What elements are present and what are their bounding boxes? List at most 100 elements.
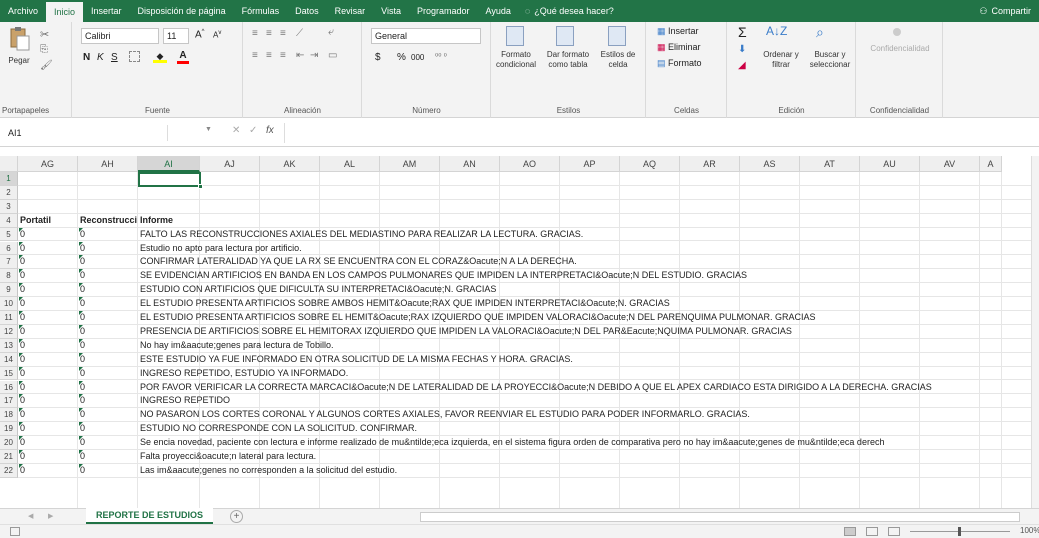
name-box-dropdown-icon[interactable]: ▼ <box>205 126 212 133</box>
error-indicator-icon[interactable] <box>79 269 83 274</box>
row-header[interactable]: 22 <box>0 463 18 478</box>
error-indicator-icon[interactable] <box>79 436 83 441</box>
ribbon-tab-0[interactable]: Archivo <box>0 0 46 22</box>
italic-button[interactable]: K <box>97 52 104 63</box>
align-center-icon[interactable]: ≡ <box>266 50 272 61</box>
ribbon-tab-1[interactable]: Inicio <box>46 2 84 22</box>
error-indicator-icon[interactable] <box>79 297 83 302</box>
cell-ag[interactable]: Portatil <box>20 214 78 228</box>
error-indicator-icon[interactable] <box>19 380 23 385</box>
error-indicator-icon[interactable] <box>19 394 23 399</box>
ribbon-tab-6[interactable]: Revisar <box>327 0 374 22</box>
row-header[interactable]: 4 <box>0 213 18 228</box>
cell-styles-icon[interactable] <box>608 26 626 46</box>
page-layout-icon[interactable] <box>866 527 878 536</box>
row-header[interactable]: 3 <box>0 199 18 214</box>
currency-button[interactable]: $ <box>375 52 381 63</box>
cell-ai[interactable]: FALTO LAS RECONSTRUCCIONES AXIALES DEL M… <box>140 228 583 242</box>
error-indicator-icon[interactable] <box>79 338 83 343</box>
row-header[interactable]: 2 <box>0 185 18 200</box>
error-indicator-icon[interactable] <box>79 283 83 288</box>
conditional-format-icon[interactable] <box>506 26 524 46</box>
row-header[interactable]: 21 <box>0 450 18 464</box>
row-header[interactable]: 17 <box>0 394 18 409</box>
cell-ai[interactable]: NO PASARON LOS CORTES CORONAL Y ALGUNOS … <box>140 408 750 422</box>
ribbon-tab-3[interactable]: Disposición de página <box>130 0 234 22</box>
confidentiality-icon[interactable] <box>893 28 901 36</box>
format-cells-button[interactable]: ▤ Formato <box>657 58 702 69</box>
error-indicator-icon[interactable] <box>79 463 83 468</box>
cell-ai[interactable]: EL ESTUDIO PRESENTA ARTIFICIOS SOBRE AMB… <box>140 297 670 311</box>
column-header[interactable]: AN <box>440 156 500 172</box>
delete-cells-button[interactable]: ▦ Eliminar <box>657 42 701 53</box>
error-indicator-icon[interactable] <box>19 450 23 454</box>
row-header[interactable]: 1 <box>0 172 18 186</box>
row-header[interactable]: 9 <box>0 283 18 298</box>
row-header[interactable]: 11 <box>0 311 18 325</box>
cell-ai[interactable]: PRESENCIA DE ARTIFICIOS SOBRE EL HEMITOR… <box>140 325 792 339</box>
cell-ai[interactable]: Falta proyecci&oacute;n lateral para lec… <box>140 450 316 464</box>
column-header[interactable]: AJ <box>200 156 260 172</box>
row-header[interactable]: 16 <box>0 380 18 395</box>
conditional-format-button[interactable]: Formato condicional <box>492 50 540 70</box>
format-as-table-button[interactable]: Dar formato como tabla <box>540 50 596 70</box>
error-indicator-icon[interactable] <box>79 324 83 329</box>
column-header[interactable]: AI <box>138 156 200 172</box>
page-break-icon[interactable] <box>888 527 900 536</box>
insert-function-icon[interactable]: fx <box>266 125 274 136</box>
column-header[interactable]: A <box>980 156 1002 172</box>
borders-icon[interactable] <box>129 51 140 62</box>
error-indicator-icon[interactable] <box>19 366 23 371</box>
error-indicator-icon[interactable] <box>19 408 23 413</box>
format-painter-icon[interactable]: 🖌 <box>40 60 53 71</box>
column-header[interactable]: AL <box>320 156 380 172</box>
cell-ai[interactable]: Estudio no apto para lectura por artific… <box>140 242 302 256</box>
row-header[interactable]: 14 <box>0 352 18 367</box>
copy-icon[interactable]: ⎘ <box>40 44 48 55</box>
align-right-icon[interactable]: ≡ <box>280 50 286 61</box>
error-indicator-icon[interactable] <box>79 352 83 357</box>
ribbon-tab-7[interactable]: Vista <box>373 0 409 22</box>
column-header[interactable]: AO <box>500 156 560 172</box>
align-left-icon[interactable]: ≡ <box>252 50 258 61</box>
row-header[interactable]: 12 <box>0 324 18 339</box>
fill-icon[interactable]: ⬇ <box>738 44 746 55</box>
cell-ai[interactable]: No hay im&aacute;genes para lectura de T… <box>140 339 333 353</box>
ribbon-tab-8[interactable]: Programador <box>409 0 478 22</box>
find-select-button[interactable]: Buscar y seleccionar <box>806 50 854 70</box>
error-indicator-icon[interactable] <box>19 352 23 357</box>
add-sheet-button[interactable]: + <box>230 510 243 523</box>
row-header[interactable]: 20 <box>0 436 18 450</box>
confirm-entry-icon[interactable]: ✓ <box>249 125 257 136</box>
paste-button[interactable]: Pegar <box>4 56 34 65</box>
error-indicator-icon[interactable] <box>79 380 83 385</box>
column-header[interactable]: AR <box>680 156 740 172</box>
bold-button[interactable]: N <box>83 52 90 63</box>
cell-ai[interactable]: ESTUDIO NO CORRESPONDE CON LA SOLICITUD.… <box>140 422 417 436</box>
error-indicator-icon[interactable] <box>79 422 83 427</box>
cell-styles-button[interactable]: Estilos de celda <box>596 50 640 70</box>
find-select-icon[interactable]: ⌕ <box>816 24 824 41</box>
cell-ai[interactable]: SE EVIDENCIAN ARTIFICIOS EN BANDA EN LOS… <box>140 269 747 283</box>
row-header[interactable]: 6 <box>0 241 18 256</box>
row-header[interactable]: 8 <box>0 269 18 284</box>
row-header[interactable]: 5 <box>0 227 18 242</box>
select-all-corner[interactable] <box>0 156 18 172</box>
cell-ai[interactable]: CONFIRMAR LATERALIDAD YA QUE LA RX SE EN… <box>140 255 577 269</box>
scroll-last-sheet-icon[interactable]: ▶ <box>48 512 53 520</box>
percent-button[interactable]: % <box>397 52 406 63</box>
align-bottom-icon[interactable]: ≡ <box>280 28 286 39</box>
fill-handle[interactable] <box>198 183 203 189</box>
shrink-font-icon[interactable]: Av <box>213 30 221 40</box>
sort-filter-icon[interactable]: A↓Z <box>766 24 787 38</box>
fill-color-icon[interactable]: ◆ <box>153 51 167 63</box>
row-header[interactable]: 10 <box>0 297 18 311</box>
zoom-level[interactable]: 100% <box>1020 526 1039 535</box>
column-header[interactable]: AM <box>380 156 440 172</box>
ribbon-tab-9[interactable]: Ayuda <box>478 0 519 22</box>
error-indicator-icon[interactable] <box>19 269 23 274</box>
format-as-table-icon[interactable] <box>556 26 574 46</box>
column-header[interactable]: AS <box>740 156 800 172</box>
error-indicator-icon[interactable] <box>19 463 23 468</box>
error-indicator-icon[interactable] <box>19 255 23 260</box>
